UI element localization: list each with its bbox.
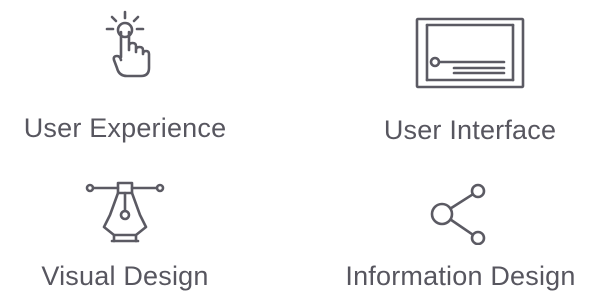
service-label: Visual Design — [41, 261, 209, 291]
share-nodes-icon — [430, 183, 485, 245]
browser-window-icon — [415, 17, 525, 89]
pointer-hand-icon — [105, 10, 151, 78]
service-user-experience: User Experience — [0, 10, 250, 142]
service-visual-design: Visual Design — [0, 181, 250, 290]
service-label: User Interface — [383, 115, 557, 145]
pen-tool-icon — [85, 181, 165, 243]
service-information-design: Information Design — [318, 183, 603, 290]
service-label: User Experience — [23, 113, 227, 143]
service-user-interface: User Interface — [345, 16, 595, 144]
service-label: Information Design — [345, 261, 576, 291]
services-grid: User Experience User Interface Visual De… — [0, 0, 603, 300]
